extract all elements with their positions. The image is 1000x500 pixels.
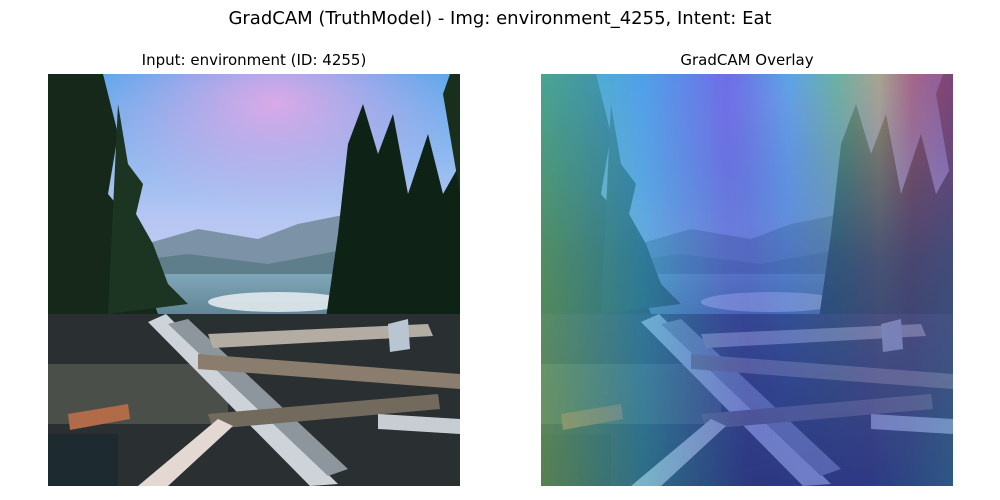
gradcam-overlay-image [541,74,953,486]
input-image-title: Input: environment (ID: 4255) [141,51,367,69]
input-image [48,74,460,486]
gradcam-overlay-title: GradCAM Overlay [680,51,814,69]
figure-title: GradCAM (TruthModel) - Img: environment_… [228,8,772,29]
